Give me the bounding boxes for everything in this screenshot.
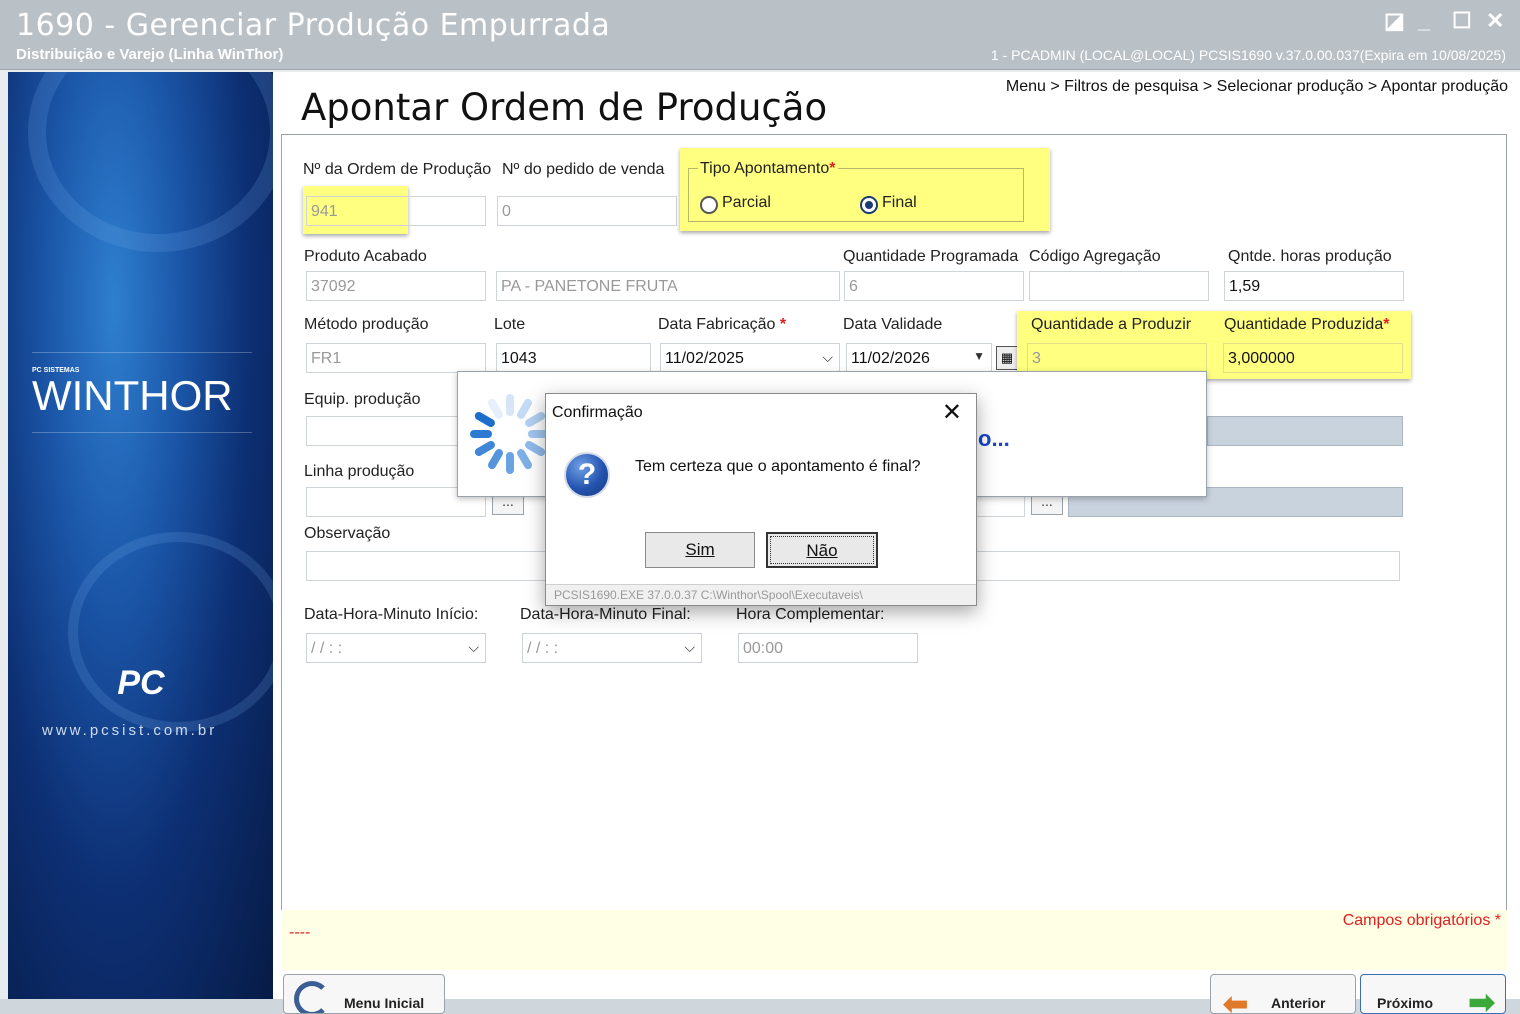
lote-field[interactable]: 1043 (496, 343, 651, 373)
qtd-prog-label: Quantidade Programada (843, 248, 1019, 265)
val-label: Data Validade (843, 316, 943, 333)
radio-parcial-label[interactable]: Parcial (722, 194, 771, 212)
arrow-left-icon: ⬅ (1223, 988, 1249, 1014)
anterior-label: Anterior (1271, 995, 1326, 1011)
chevron-down-icon[interactable]: ⌵ (684, 639, 695, 656)
fin-datetime-picker[interactable]: / / : : ⌵ (522, 633, 702, 663)
menu-inicial-label: Menu Inicial (344, 995, 425, 1011)
produto-label: Produto Acabado (304, 248, 427, 265)
yes-button[interactable]: Sim (645, 532, 755, 568)
no-button[interactable]: Não (766, 532, 878, 568)
qtd-prod-field[interactable]: 3 (1027, 343, 1207, 373)
home-icon (294, 981, 330, 1013)
pedido-label: Nº do pedido de venda (502, 161, 665, 178)
obs-label: Observação (304, 525, 391, 542)
highlight-tipo: Tipo Apontamento* Parcial Final (680, 148, 1050, 231)
dropdown-arrow-icon[interactable]: ▼ (973, 349, 985, 363)
radio-parcial[interactable] (700, 196, 718, 214)
comp-field[interactable]: 00:00 (738, 633, 918, 663)
confirm-dialog: Confirmação ✕ ? Tem certeza que o aponta… (545, 393, 977, 606)
qtd-prog-field[interactable]: 6 (844, 271, 1024, 301)
ini-datetime-picker[interactable]: / / : : ⌵ (306, 633, 486, 663)
fab-label: Data Fabricação * (658, 316, 787, 333)
status-bar: ---- Campos obrigatórios * (281, 910, 1507, 970)
equip-label: Equip. produção (304, 391, 421, 408)
window-title: 1690 - Gerenciar Produção Empurrada (16, 8, 611, 43)
ini-label: Data-Hora-Minuto Início: (304, 606, 479, 623)
produto-code-field[interactable]: 37092 (306, 271, 486, 301)
app-window: 1690 - Gerenciar Produção Empurrada Dist… (0, 0, 1520, 1014)
radio-final-label[interactable]: Final (882, 194, 917, 212)
fab-date-picker[interactable]: 11/02/2025 ⌵ (660, 343, 840, 373)
produto-desc-field[interactable]: PA - PANETONE FRUTA (496, 271, 840, 301)
dialog-title: Confirmação (552, 404, 643, 421)
site-url: www.pcsist.com.br (42, 722, 218, 739)
qtd-produzida-field[interactable]: 3,000000 (1223, 343, 1403, 373)
lote-label: Lote (494, 316, 526, 333)
status-message: ---- (289, 924, 311, 941)
divider (32, 352, 252, 353)
pc-logo: PC (117, 664, 165, 702)
pedido-field[interactable]: 0 (497, 196, 677, 226)
anterior-button[interactable]: ⬅ Anterior (1210, 974, 1356, 1014)
highlight-quantidades: Quantidade a Produzir 3 Quantidade Produ… (1017, 311, 1411, 379)
close-window-icon[interactable]: ✕ (1486, 8, 1504, 34)
chevron-down-icon[interactable]: ⌵ (468, 639, 479, 656)
loading-spinner-icon (470, 394, 550, 474)
divider (32, 432, 252, 433)
maximize-icon[interactable]: ☐ (1452, 8, 1472, 34)
breadcrumb[interactable]: Menu > Filtros de pesquisa > Selecionar … (1006, 78, 1508, 96)
tipo-label: Tipo Apontamento* (698, 160, 838, 178)
calendar-icon[interactable]: ▦ (996, 346, 1018, 370)
dialog-message: Tem certeza que o apontamento é final? (635, 458, 921, 475)
cod-agreg-field[interactable] (1029, 271, 1209, 301)
menu-inicial-button[interactable]: Menu Inicial (283, 974, 445, 1014)
sidebar-banner: PC SISTEMAS WINTHOR PC www.pcsist.com.br (8, 72, 273, 999)
fin-datetime-value: / / : : (527, 640, 559, 657)
dialog-status: PCSIS1690.EXE 37.0.0.37 C:\Winthor\Spool… (546, 584, 976, 605)
required-note: Campos obrigatórios * (1342, 912, 1501, 929)
metodo-label: Método produção (304, 316, 429, 333)
val-date-picker[interactable]: 11/02/2026 ▼ (846, 343, 992, 373)
user-info: 1 - PCADMIN (LOCAL@LOCAL) PCSIS1690 v.37… (990, 47, 1506, 63)
comp-label: Hora Complementar: (736, 606, 885, 623)
ordem-label: Nº da Ordem de Produção (303, 161, 492, 178)
radio-final[interactable] (860, 196, 878, 214)
winthor-logo: WINTHOR (32, 372, 233, 419)
metodo-field[interactable]: FR1 (306, 343, 486, 373)
ini-datetime-value: / / : : (311, 640, 343, 657)
page-title: Apontar Ordem de Produção (301, 86, 828, 129)
fab-date-value: 11/02/2025 (665, 350, 744, 367)
ordem-field[interactable]: 941 (306, 196, 486, 226)
title-bar: 1690 - Gerenciar Produção Empurrada Dist… (0, 0, 1520, 70)
question-icon: ? (564, 452, 610, 498)
cod-agreg-label: Código Agregação (1029, 248, 1161, 265)
chevron-down-icon[interactable]: ⌵ (822, 349, 833, 366)
close-icon[interactable]: ✕ (942, 398, 962, 427)
equip-desc-field (1207, 416, 1403, 446)
qtd-prod-label: Quantidade a Produzir (1031, 316, 1192, 333)
val-date-value: 11/02/2026 (851, 350, 930, 367)
decor-swirl (28, 72, 273, 252)
linha-label: Linha produção (304, 463, 415, 480)
qtd-produzida-label: Quantidade Produzida* (1224, 316, 1390, 333)
window-subtitle: Distribuição e Varejo (Linha WinThor) (16, 46, 284, 63)
proximo-button[interactable]: ➡ Próximo (1360, 974, 1506, 1014)
fin-label: Data-Hora-Minuto Final: (520, 606, 691, 623)
minimize-icon[interactable]: _ (1418, 8, 1430, 34)
loading-text: o... (978, 426, 1010, 451)
horas-label: Qntde. horas produção (1228, 248, 1392, 265)
horas-field[interactable]: 1,59 (1224, 271, 1404, 301)
proximo-label: Próximo (1377, 995, 1434, 1011)
restore-icon[interactable]: ◪ (1384, 8, 1405, 34)
